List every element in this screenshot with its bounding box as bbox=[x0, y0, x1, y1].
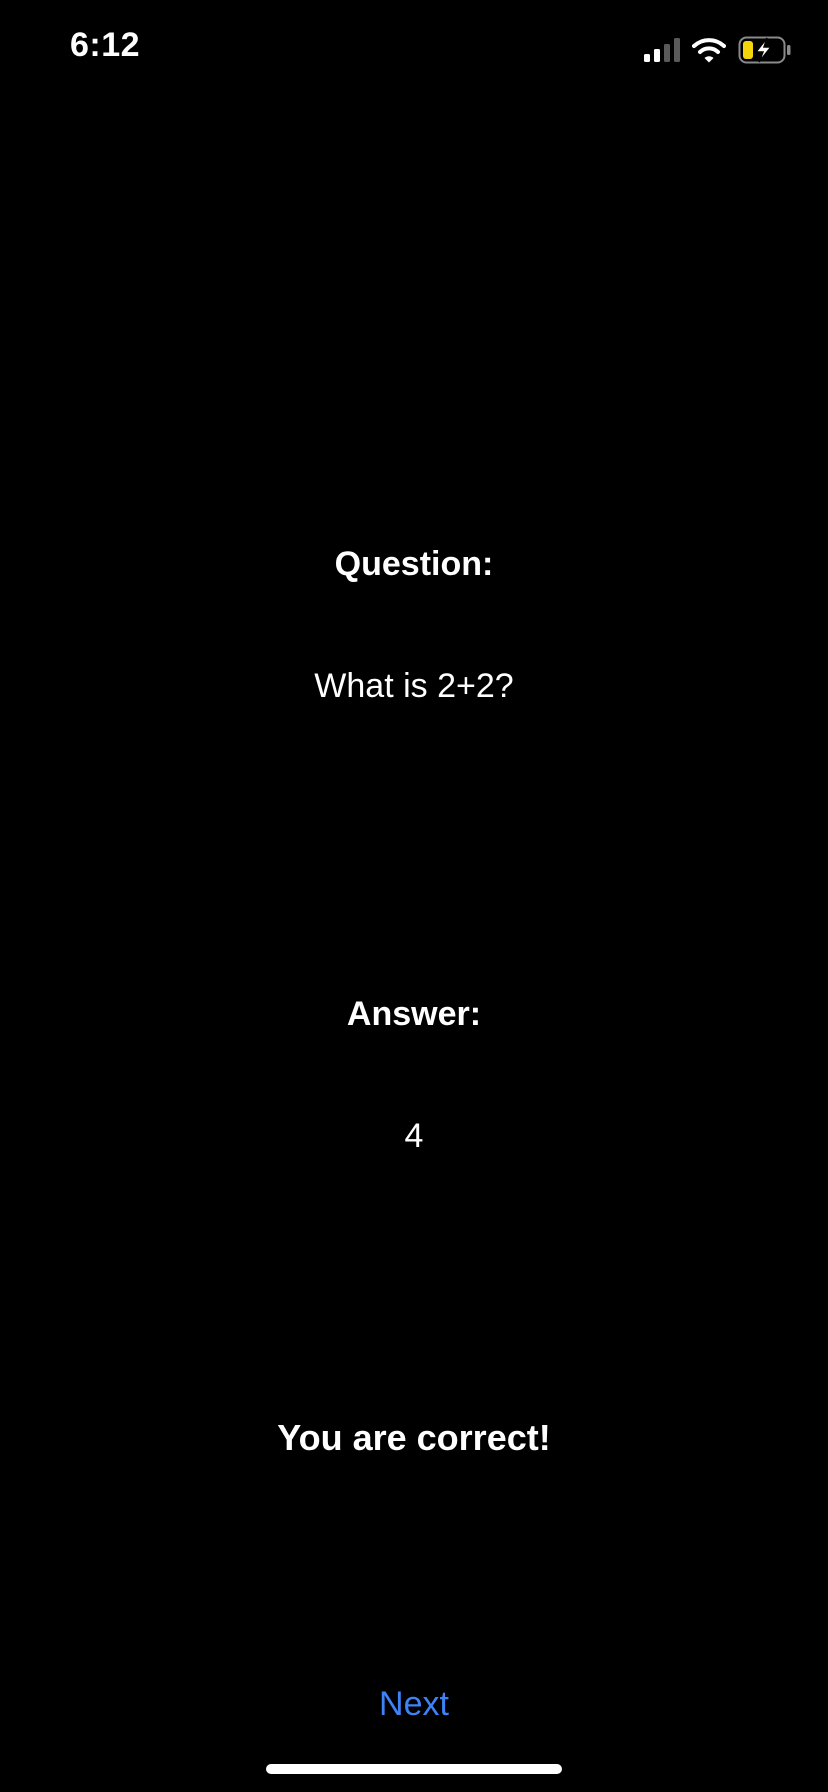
wifi-icon bbox=[692, 37, 726, 63]
next-button[interactable]: Next bbox=[364, 1676, 464, 1732]
home-indicator[interactable] bbox=[266, 1764, 562, 1774]
status-time: 6:12 bbox=[70, 26, 141, 64]
question-text: What is 2+2? bbox=[314, 667, 514, 705]
answer-label: Answer: bbox=[346, 995, 482, 1033]
answer-text: 4 bbox=[404, 1117, 424, 1155]
cellular-signal-icon bbox=[644, 38, 680, 62]
feedback-message: You are correct! bbox=[277, 1417, 551, 1458]
battery-charging-icon bbox=[738, 36, 792, 64]
question-label: Question: bbox=[334, 545, 494, 583]
status-icons bbox=[644, 36, 792, 64]
status-bar: 6:12 bbox=[0, 0, 828, 100]
